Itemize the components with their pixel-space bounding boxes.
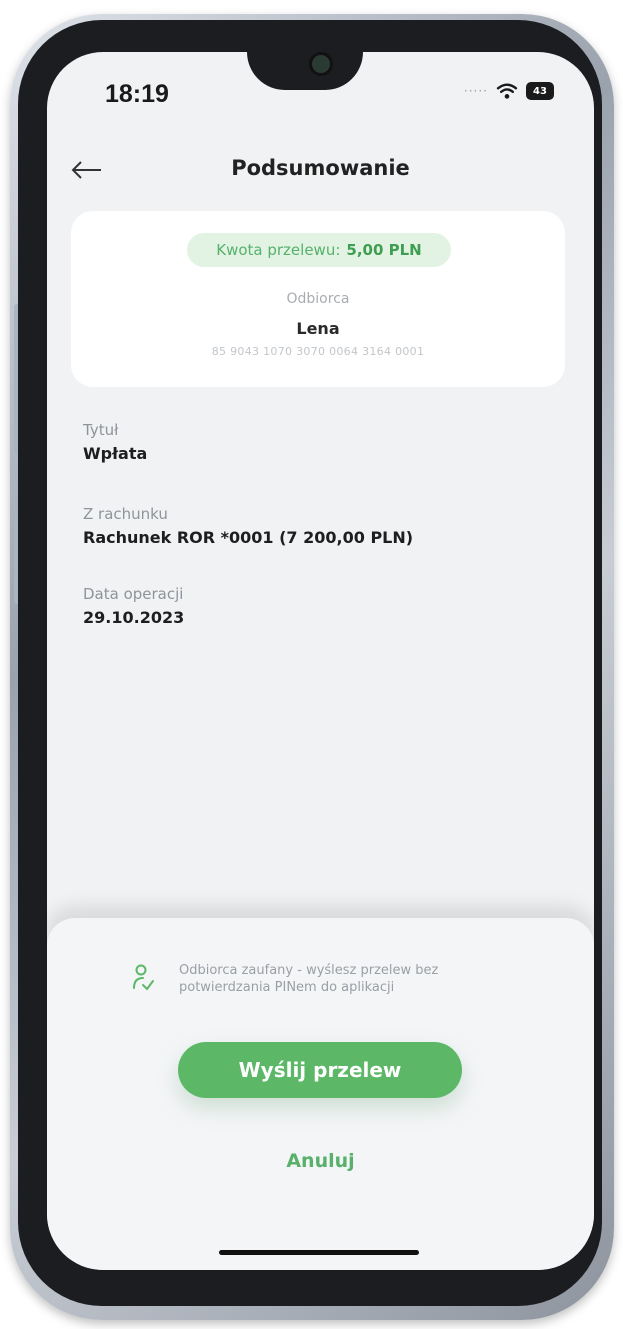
recipient-account-number: 85 9043 1070 3070 0064 3164 0001	[211, 345, 425, 358]
display-notch	[247, 52, 363, 90]
signal-dots: ·····	[463, 84, 488, 98]
wifi-icon	[496, 83, 518, 99]
cancel-button[interactable]: Anuluj	[47, 1150, 594, 1172]
amount-label: Kwota przelewu:	[216, 241, 341, 259]
amount-badge: Kwota przelewu: 5,00 PLN	[187, 233, 451, 267]
detail-value: Wpłata	[83, 444, 148, 463]
bottom-sheet: Odbiorca zaufany - wyślesz przelew bez p…	[47, 918, 594, 1270]
status-icons: ····· 43	[464, 82, 554, 100]
send-transfer-button[interactable]: Wyślij przelew	[178, 1042, 462, 1098]
detail-title: Tytuł Wpłata	[83, 421, 147, 463]
recipient-caption: Odbiorca	[286, 291, 350, 307]
amount-value: 5,00 PLN	[346, 241, 422, 259]
detail-value: 29.10.2023	[83, 608, 185, 627]
detail-label: Tytuł	[83, 421, 119, 439]
front-camera	[309, 52, 333, 76]
trusted-user-icon	[133, 964, 154, 991]
app-screen: 18:19 ····· 43 Podsumowanie Kwota przele…	[47, 52, 594, 1270]
trusted-recipient-text: Odbiorca zaufany - wyślesz przelew bez p…	[179, 963, 439, 995]
detail-from-account: Z rachunku Rachunek ROR *0001 (7 200,00 …	[83, 505, 413, 547]
summary-card: Kwota przelewu: 5,00 PLN Odbiorca Lena 8…	[71, 211, 565, 387]
detail-label: Z rachunku	[83, 505, 168, 523]
battery-icon: 43	[526, 82, 554, 100]
page-title: Podsumowanie	[231, 156, 410, 180]
detail-label: Data operacji	[83, 585, 184, 603]
home-indicator[interactable]	[219, 1250, 419, 1255]
status-time: 18:19	[105, 80, 169, 108]
detail-value: Rachunek ROR *0001 (7 200,00 PLN)	[83, 528, 414, 547]
trusted-recipient-notice: Odbiorca zaufany - wyślesz przelew bez p…	[131, 962, 519, 996]
detail-operation-date: Data operacji 29.10.2023	[83, 585, 184, 627]
recipient-name: Lena	[296, 319, 340, 338]
